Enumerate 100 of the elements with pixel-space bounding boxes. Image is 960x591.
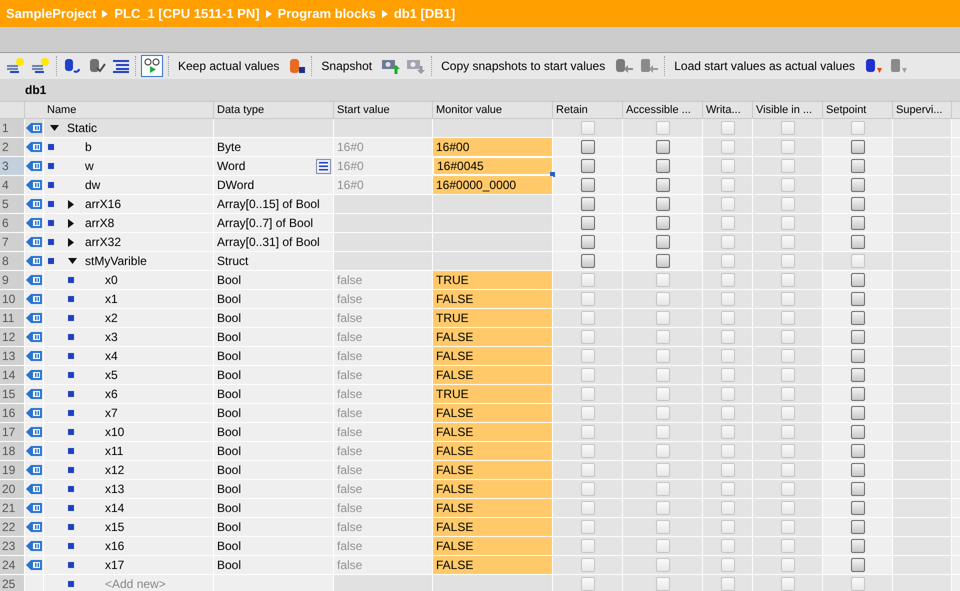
checkbox[interactable]: [780, 387, 794, 401]
checkbox[interactable]: [780, 159, 794, 173]
checkbox[interactable]: [580, 178, 594, 192]
checkbox[interactable]: [720, 121, 734, 135]
expand-arrow-icon[interactable]: [68, 200, 74, 209]
collapse-arrow-icon[interactable]: [50, 125, 59, 131]
checkbox[interactable]: [720, 292, 734, 306]
checkbox[interactable]: [656, 577, 670, 591]
checkbox[interactable]: [656, 197, 670, 211]
checkbox[interactable]: [580, 482, 594, 496]
checkbox[interactable]: [720, 539, 734, 553]
checkbox[interactable]: [720, 425, 734, 439]
checkbox[interactable]: [850, 482, 864, 496]
checkbox[interactable]: [580, 501, 594, 515]
checkbox[interactable]: [720, 311, 734, 325]
checkbox[interactable]: [656, 330, 670, 344]
checkbox[interactable]: [720, 406, 734, 420]
list-button[interactable]: [316, 158, 331, 174]
checkbox[interactable]: [850, 444, 864, 458]
checkbox[interactable]: [580, 387, 594, 401]
checkbox[interactable]: [580, 577, 594, 591]
checkbox[interactable]: [850, 159, 864, 173]
checkbox[interactable]: [580, 159, 594, 173]
checkbox[interactable]: [850, 501, 864, 515]
checkbox[interactable]: [656, 463, 670, 477]
column-header[interactable]: Monitor value: [433, 102, 553, 118]
checkbox[interactable]: [850, 558, 864, 572]
checkbox[interactable]: [850, 520, 864, 534]
checkbox[interactable]: [580, 235, 594, 249]
checkbox[interactable]: [850, 425, 864, 439]
checkbox[interactable]: [656, 482, 670, 496]
column-header[interactable]: Supervi...: [893, 102, 952, 118]
checkbox[interactable]: [720, 387, 734, 401]
column-header[interactable]: Name: [44, 102, 214, 118]
checkbox[interactable]: [780, 121, 794, 135]
checkbox[interactable]: [780, 178, 794, 192]
checkbox[interactable]: [850, 178, 864, 192]
camera-upload-icon[interactable]: [381, 57, 402, 75]
checkbox[interactable]: [780, 235, 794, 249]
checkbox[interactable]: [580, 520, 594, 534]
checkbox[interactable]: [580, 368, 594, 382]
checkbox[interactable]: [720, 178, 734, 192]
checkbox[interactable]: [656, 387, 670, 401]
checkbox[interactable]: [580, 311, 594, 325]
checkbox[interactable]: [720, 558, 734, 572]
checkbox[interactable]: [656, 368, 670, 382]
checkbox[interactable]: [720, 235, 734, 249]
add-row-icon[interactable]: [31, 57, 51, 75]
checkbox[interactable]: [720, 368, 734, 382]
checkbox[interactable]: [580, 254, 594, 268]
checkbox[interactable]: [780, 197, 794, 211]
column-header[interactable]: Retain: [553, 102, 623, 118]
checkbox[interactable]: [720, 216, 734, 230]
checkbox[interactable]: [850, 311, 864, 325]
checkbox[interactable]: [656, 121, 670, 135]
checkbox[interactable]: [580, 349, 594, 363]
column-header[interactable]: Accessible ...: [623, 102, 703, 118]
checkbox[interactable]: [850, 273, 864, 287]
checkbox[interactable]: [780, 577, 794, 591]
expand-arrow-icon[interactable]: [68, 238, 74, 247]
checkbox[interactable]: [656, 216, 670, 230]
checkbox[interactable]: [850, 387, 864, 401]
checkbox[interactable]: [580, 216, 594, 230]
checkbox[interactable]: [780, 368, 794, 382]
checkbox[interactable]: [780, 273, 794, 287]
checkbox[interactable]: [580, 558, 594, 572]
checkbox[interactable]: [720, 197, 734, 211]
checkbox[interactable]: [780, 425, 794, 439]
checkbox[interactable]: [656, 425, 670, 439]
column-header[interactable]: Visible in ...: [753, 102, 823, 118]
checkbox[interactable]: [720, 330, 734, 344]
checkbox[interactable]: [656, 406, 670, 420]
checkbox[interactable]: [720, 140, 734, 154]
database-check-icon[interactable]: [87, 57, 107, 75]
checkbox[interactable]: [656, 235, 670, 249]
checkbox[interactable]: [850, 463, 864, 477]
checkbox[interactable]: [780, 463, 794, 477]
checkbox[interactable]: [580, 425, 594, 439]
checkbox[interactable]: [850, 577, 864, 591]
checkbox[interactable]: [720, 444, 734, 458]
database-lock-icon[interactable]: [288, 57, 306, 75]
checkbox[interactable]: [580, 463, 594, 477]
checkbox[interactable]: [656, 539, 670, 553]
checkbox[interactable]: [850, 235, 864, 249]
checkbox[interactable]: [780, 140, 794, 154]
checkbox[interactable]: [850, 140, 864, 154]
checkbox[interactable]: [656, 501, 670, 515]
database-download-icon[interactable]: [864, 57, 884, 75]
checkbox[interactable]: [850, 349, 864, 363]
database-arrow-icon[interactable]: [639, 57, 660, 75]
checkbox[interactable]: [850, 254, 864, 268]
checkbox[interactable]: [780, 216, 794, 230]
checkbox[interactable]: [656, 292, 670, 306]
checkbox[interactable]: [780, 254, 794, 268]
list-icon[interactable]: [112, 58, 130, 74]
checkbox[interactable]: [780, 482, 794, 496]
column-header[interactable]: Writa...: [703, 102, 753, 118]
checkbox[interactable]: [720, 482, 734, 496]
checkbox[interactable]: [656, 140, 670, 154]
checkbox[interactable]: [780, 330, 794, 344]
